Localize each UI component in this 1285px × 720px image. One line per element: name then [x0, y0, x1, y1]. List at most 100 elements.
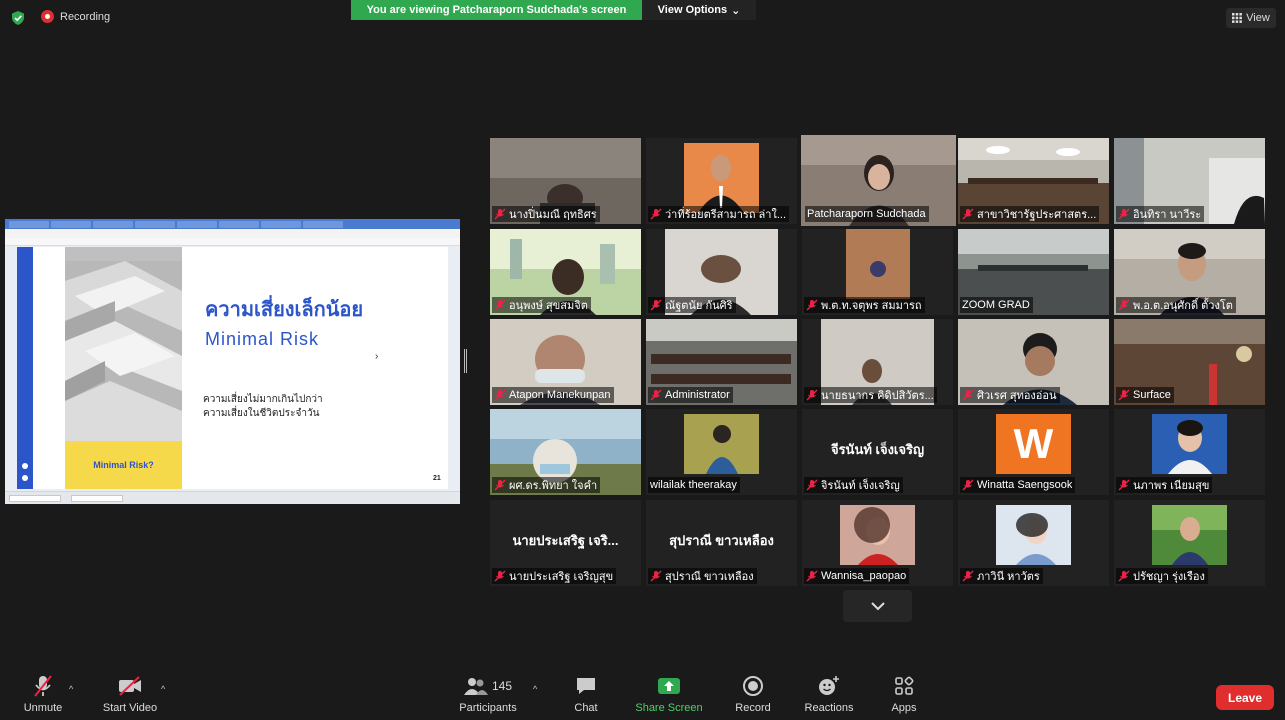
apps-label: Apps — [891, 702, 917, 714]
participant-tile[interactable]: ZOOM GRAD — [958, 229, 1109, 315]
participant-name: ว่าที่ร้อยตรีสามารถ ล่าใ... — [665, 209, 787, 221]
participant-photo — [1152, 414, 1227, 474]
participant-tile[interactable]: ภาวินี หาวัตร — [958, 500, 1109, 586]
participant-name: Patcharaporn Sudchada — [807, 208, 926, 220]
participant-tile[interactable]: ผศ.ดร.พิทยา ใจคำ — [490, 409, 641, 495]
participant-name: สาขาวิชารัฐประศาสตร... — [977, 209, 1097, 221]
participant-tile[interactable]: สาขาวิชารัฐประศาสตร... — [958, 138, 1109, 224]
participant-name: สุปราณี ขาวเหลือง — [665, 571, 754, 583]
participant-tile[interactable]: จีรนันท์ เจ็งเจริญ จิรนันท์ เจ็งเจริญ — [802, 409, 953, 495]
audio-options-caret[interactable]: ^ — [69, 684, 73, 694]
participant-tile-active-speaker[interactable]: Patcharaporn Sudchada — [801, 135, 956, 226]
security-shield-icon[interactable] — [11, 11, 25, 25]
participant-avatar-letter: W — [996, 414, 1071, 474]
browser-downloads-bar — [5, 491, 460, 504]
participant-tile[interactable]: ปรัชญา รุ่งเรือง — [1114, 500, 1265, 586]
muted-mic-icon — [962, 479, 974, 491]
muted-mic-icon — [650, 208, 662, 220]
risk-maze-illustration — [65, 261, 182, 441]
participant-tile[interactable]: นายธนากร คิดิปสิวัตร... — [802, 319, 953, 405]
participant-name: พ.อ.ต.อนุศักดิ์ ตั้วงโต — [1133, 300, 1233, 312]
record-label: Record — [735, 702, 771, 714]
shared-screen[interactable]: Minimal Risk? ความเสี่ยงเล็กน้อย Minimal… — [5, 219, 460, 504]
participant-display-name: นายประเสริฐ เจริ... — [512, 533, 619, 548]
participants-button[interactable]: 145 Participants — [456, 670, 520, 714]
muted-microphone-icon — [34, 675, 52, 697]
participant-tile[interactable]: ศิวเรศ สุทองอ่อน — [958, 319, 1109, 405]
muted-mic-icon — [962, 570, 974, 582]
apps-button[interactable]: Apps — [884, 670, 924, 714]
participant-name: ณัฐตนัย กันศิริ — [665, 300, 733, 312]
muted-mic-icon — [1118, 389, 1130, 401]
muted-mic-icon — [494, 479, 506, 491]
participant-name: พ.ต.ท.จตุพร สมมารถ — [821, 300, 922, 312]
view-options-button[interactable]: View Options ⌄ — [642, 0, 756, 20]
record-button[interactable]: Record — [733, 670, 773, 714]
leave-meeting-button[interactable]: Leave — [1216, 685, 1274, 710]
muted-mic-icon — [806, 570, 818, 582]
participants-options-caret[interactable]: ^ — [533, 684, 537, 694]
participants-label: Participants — [459, 702, 517, 714]
share-screen-button[interactable]: Share Screen — [634, 670, 704, 714]
muted-mic-icon — [650, 299, 662, 311]
record-icon — [743, 676, 763, 696]
participant-name: อนุพงษ์ สุขสมจิต — [509, 300, 588, 312]
chat-icon — [577, 678, 595, 694]
participant-tile[interactable]: Atapon Manekunpan — [490, 319, 641, 405]
slide-minimal-risk-box: Minimal Risk? — [65, 441, 182, 489]
participant-tile[interactable]: ณัฐตนัย กันศิริ — [646, 229, 797, 315]
participant-tile[interactable]: นภาพร เนียมสุข — [1114, 409, 1265, 495]
participant-tile[interactable]: Wannisa_paopao — [802, 500, 953, 586]
participant-name: Surface — [1133, 389, 1171, 401]
start-video-label: Start Video — [102, 702, 158, 714]
muted-mic-icon — [962, 389, 974, 401]
participant-tile[interactable]: พ.ต.ท.จตุพร สมมารถ — [802, 229, 953, 315]
start-video-button[interactable]: Start Video — [100, 670, 160, 714]
chevron-down-icon: ⌄ — [731, 4, 741, 17]
apps-icon — [895, 676, 914, 695]
slide-chevron-icon: › — [375, 351, 379, 362]
reactions-label: Reactions — [804, 702, 854, 714]
muted-mic-icon — [494, 299, 506, 311]
participant-name: นภาพร เนียมสุข — [1133, 480, 1210, 492]
viewing-screen-banner: You are viewing Patcharaporn Sudchada's … — [351, 0, 642, 20]
muted-mic-icon — [806, 389, 818, 401]
participant-tile[interactable]: นายประเสริฐ เจริ... นายประเสริฐ เจริญสุข — [490, 500, 641, 586]
participant-tile[interactable]: อนุพงษ์ สุขสมจิต — [490, 229, 641, 315]
participant-tile[interactable]: ว่าที่ร้อยตรีสามารถ ล่าใ... — [646, 138, 797, 224]
reactions-button[interactable]: Reactions — [801, 670, 857, 714]
participant-name: นางปิ่นมณี ฤทธิศร — [509, 209, 597, 221]
gallery-next-page-button[interactable] — [843, 590, 912, 622]
unmute-label: Unmute — [23, 702, 63, 714]
slide-page-number: 21 — [433, 475, 441, 482]
participants-icon — [463, 678, 488, 695]
unmute-button[interactable]: Unmute — [19, 670, 67, 714]
participant-photo — [996, 505, 1071, 565]
participant-name: ศิวเรศ สุทองอ่อน — [977, 390, 1057, 402]
slide-body-text: ความเสี่ยงไม่มากเกินไปกว่า ความเสี่ยงในช… — [203, 394, 323, 419]
participant-tile[interactable]: นางปิ่นมณี ฤทธิศร — [490, 138, 641, 224]
participant-tile[interactable]: สุปราณี ขาวเหลือง สุปราณี ขาวเหลือง — [646, 500, 797, 586]
participant-tile[interactable]: Administrator — [646, 319, 797, 405]
view-button[interactable]: View — [1226, 8, 1276, 28]
slide-title-thai: ความเสี่ยงเล็กน้อย — [205, 299, 364, 321]
participant-photo — [684, 414, 759, 474]
participant-tile[interactable]: พ.อ.ต.อนุศักดิ์ ตั้วงโต — [1114, 229, 1265, 315]
chat-button[interactable]: Chat — [566, 670, 606, 714]
split-view-divider[interactable] — [464, 349, 467, 373]
participant-tile[interactable]: wilailak theerakay — [646, 409, 797, 495]
participant-name: Atapon Manekunpan — [509, 389, 611, 401]
participant-photo — [840, 505, 915, 565]
slide-title-english: Minimal Risk — [205, 329, 320, 349]
browser-bookmarks-bar — [5, 238, 460, 246]
participant-tile[interactable]: Surface — [1114, 319, 1265, 405]
participant-tile[interactable]: W Winatta Saengsook — [958, 409, 1109, 495]
reactions-icon — [819, 676, 839, 695]
participant-tile[interactable]: อินทิรา นาวีระ — [1114, 138, 1265, 224]
recording-indicator[interactable]: Recording — [41, 10, 110, 23]
participant-name: ZOOM GRAD — [962, 299, 1030, 311]
muted-mic-icon — [650, 570, 662, 582]
video-options-caret[interactable]: ^ — [161, 684, 165, 694]
presentation-slide: Minimal Risk? ความเสี่ยงเล็กน้อย Minimal… — [17, 247, 448, 489]
participant-name: ปรัชญา รุ่งเรือง — [1133, 571, 1205, 583]
